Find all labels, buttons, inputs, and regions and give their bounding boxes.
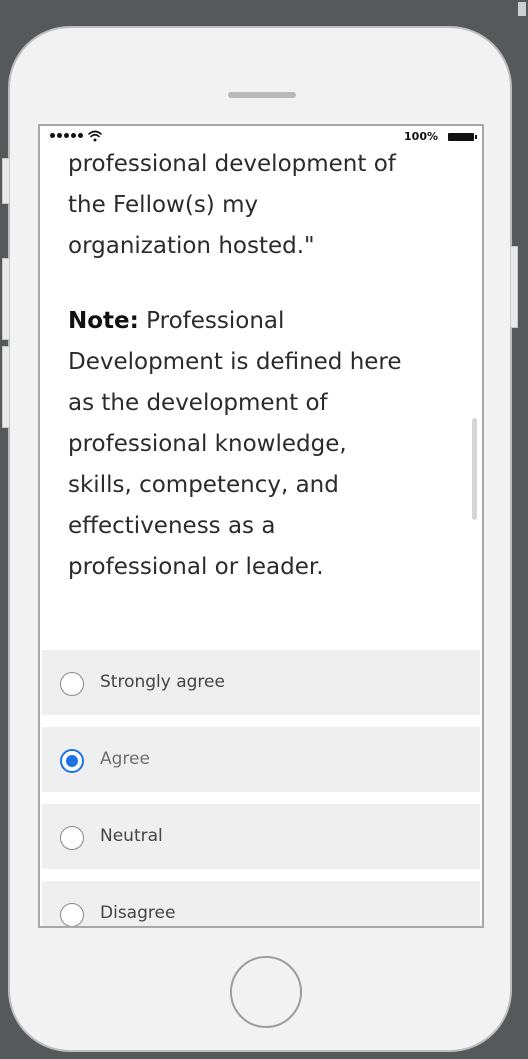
phone-screen: 100% professional development of the Fel…	[38, 124, 484, 928]
option-strongly-agree[interactable]: Strongly agree	[42, 650, 480, 715]
earpiece-speaker	[228, 92, 296, 98]
question-line: the Fellow(s) my	[68, 192, 259, 218]
note-line: skills, competency, and	[68, 472, 339, 498]
radio-icon[interactable]	[60, 903, 84, 926]
question-line: professional development of	[68, 151, 396, 177]
battery-icon	[448, 133, 477, 141]
note-line: professional knowledge,	[68, 431, 347, 457]
option-agree[interactable]: Agree	[42, 727, 480, 792]
note-line: as the development of	[68, 390, 328, 416]
option-label: Agree	[100, 749, 150, 769]
radio-selected-icon[interactable]	[60, 749, 84, 773]
signal-dots-icon	[50, 133, 83, 138]
option-neutral[interactable]: Neutral	[42, 804, 480, 869]
question-line: organization hosted."	[68, 233, 315, 259]
side-button-right	[510, 246, 518, 328]
note-line: Note: Professional	[68, 301, 460, 342]
radio-icon[interactable]	[60, 672, 84, 696]
note-text: Professional	[138, 308, 285, 334]
side-button-left-top	[2, 158, 10, 204]
question-text: professional development of the Fellow(s…	[68, 144, 460, 588]
home-button-icon[interactable]	[230, 956, 302, 1028]
option-label: Disagree	[100, 903, 176, 923]
battery-percent: 100%	[404, 130, 438, 143]
option-disagree[interactable]: Disagree	[42, 881, 480, 926]
option-label: Strongly agree	[100, 672, 225, 692]
note-line: professional or leader.	[68, 554, 324, 580]
scrollbar[interactable]	[472, 418, 477, 520]
side-button-left-middle	[2, 258, 10, 340]
note-line: effectiveness as a	[68, 513, 276, 539]
option-label: Neutral	[100, 826, 163, 846]
phone-frame: 100% professional development of the Fel…	[2, 26, 518, 1052]
side-button-left-bottom	[2, 346, 10, 428]
corner-mark	[518, 2, 526, 16]
radio-icon[interactable]	[60, 826, 84, 850]
note-line: Development is defined here	[68, 349, 402, 375]
note-label: Note:	[68, 308, 139, 334]
wifi-icon	[88, 130, 102, 142]
answer-options: Strongly agree Agree Neutral Disagree	[42, 650, 480, 926]
